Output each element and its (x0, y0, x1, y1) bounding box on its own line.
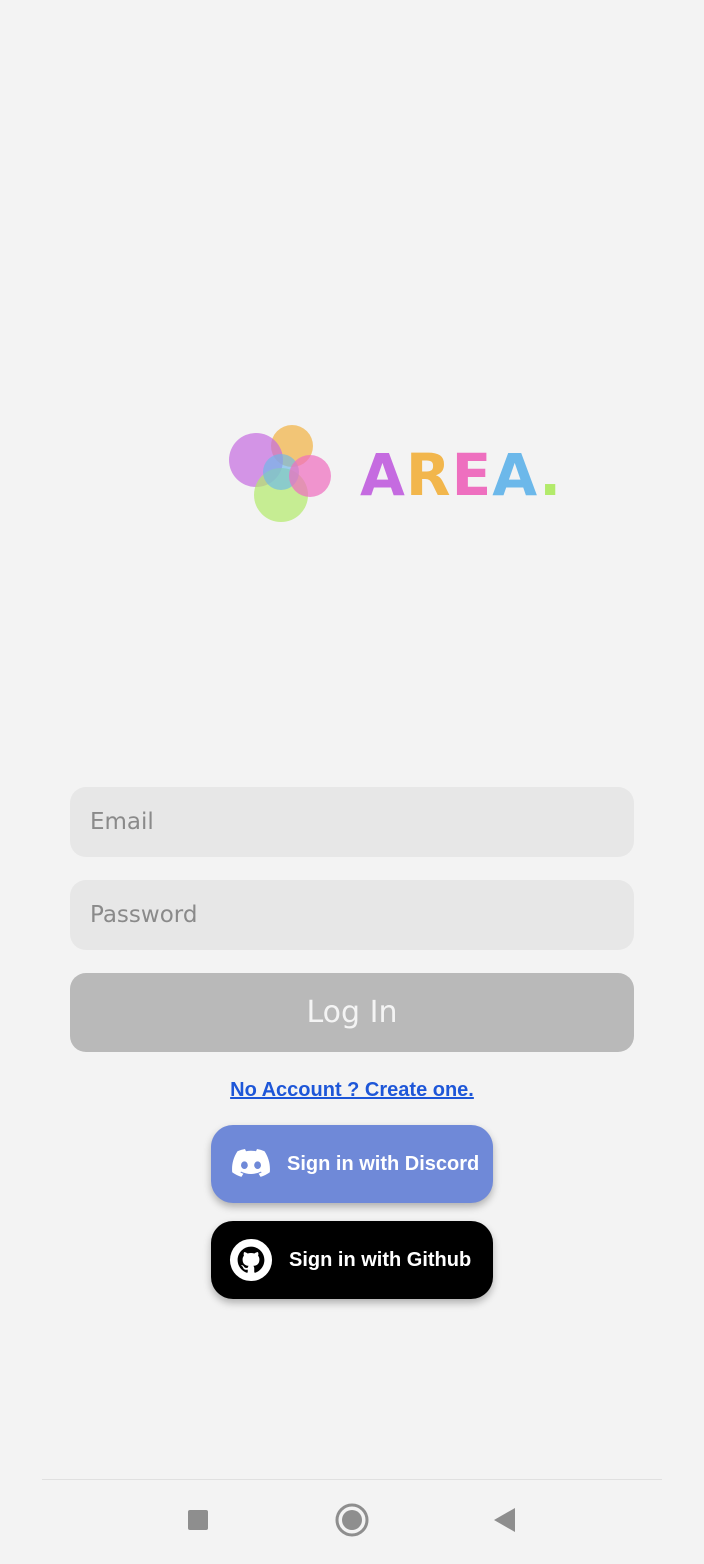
email-field[interactable] (70, 787, 634, 857)
logo-letter: R (405, 441, 452, 509)
system-navbar (0, 1480, 704, 1564)
logo-wordmark: AREA. (360, 440, 562, 510)
discord-signin-label: Sign in with Discord (287, 1152, 480, 1175)
logo-letter: . (539, 441, 563, 509)
github-icon (229, 1238, 273, 1282)
github-signin-label: Sign in with Github (289, 1248, 472, 1271)
back-button[interactable] (482, 1500, 526, 1544)
app-logo: AREA. (226, 420, 561, 530)
login-screen: AREA. Log In No Account ? Create one. Si… (0, 0, 704, 1564)
password-field[interactable] (70, 880, 634, 950)
password-input[interactable] (88, 901, 616, 929)
triangle-back-icon (491, 1506, 517, 1539)
logo-letter: A (360, 441, 406, 509)
login-button[interactable]: Log In (70, 973, 634, 1052)
discord-signin-button[interactable]: Sign in with Discord (211, 1125, 493, 1203)
logo-circles-icon (229, 425, 331, 522)
recent-apps-button[interactable] (176, 1500, 220, 1544)
home-button[interactable] (330, 1500, 374, 1544)
github-signin-button[interactable]: Sign in with Github (211, 1221, 493, 1299)
login-button-label: Log In (306, 995, 398, 1030)
create-account-link[interactable]: No Account ? Create one. (0, 1079, 704, 1102)
logo-letter: A (492, 441, 540, 509)
discord-icon (229, 1142, 273, 1186)
email-input[interactable] (88, 808, 616, 836)
circle-icon (334, 1502, 370, 1543)
logo-letter: E (451, 441, 493, 509)
square-icon (186, 1508, 210, 1537)
